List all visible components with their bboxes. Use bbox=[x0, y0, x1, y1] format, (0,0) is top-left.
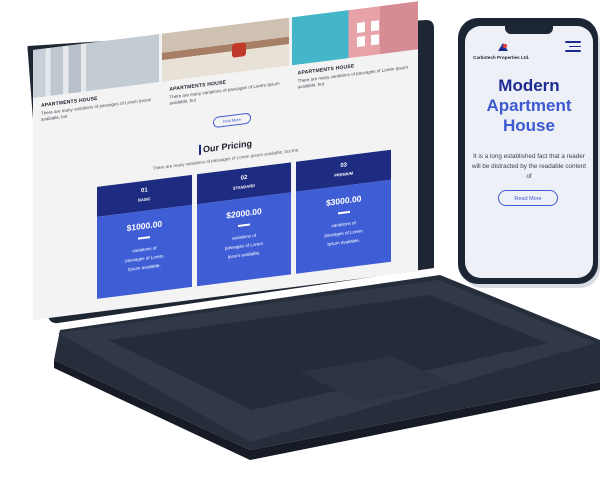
phone-screen: Carbotech Properties Ltd. Modern Apartme… bbox=[465, 26, 593, 278]
devices-mockup: APARTMENTS HOUSE There are many variatio… bbox=[0, 0, 614, 503]
hero-description: It is a long established fact that a rea… bbox=[471, 153, 587, 180]
hero-line-3: House bbox=[503, 116, 555, 135]
brand-name: Carbotech Properties Ltd. bbox=[473, 55, 530, 60]
read-more-button[interactable]: Read More bbox=[498, 190, 558, 206]
brand-logo-icon bbox=[498, 43, 508, 51]
hamburger-menu-icon[interactable] bbox=[565, 41, 581, 53]
phone-screen-wrap: Carbotech Properties Ltd. Modern Apartme… bbox=[465, 26, 593, 278]
hero-line-1: Modern bbox=[498, 76, 560, 95]
phone-notch bbox=[505, 26, 553, 34]
hero-heading: Modern Apartment House bbox=[465, 76, 593, 136]
hero-line-2: Apartment bbox=[486, 96, 572, 115]
